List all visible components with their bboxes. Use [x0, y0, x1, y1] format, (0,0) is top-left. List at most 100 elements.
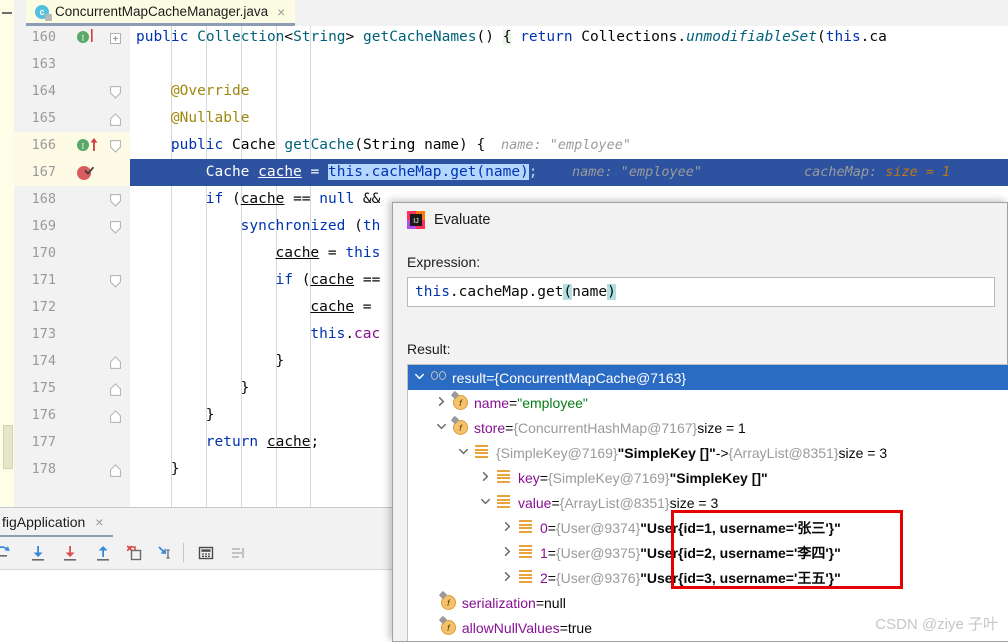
list-icon	[497, 470, 512, 485]
override-arrow-icon[interactable]	[89, 136, 105, 152]
tree-node-ref: {User@9376}	[555, 569, 641, 586]
chevron-right-icon[interactable]	[502, 521, 516, 535]
fold-up-icon[interactable]	[110, 383, 121, 396]
fold-down-icon[interactable]	[110, 221, 121, 234]
code-line-text: }	[130, 353, 285, 369]
tree-node-name: name	[474, 394, 510, 411]
debugger-tab-application[interactable]: figApplication ×	[0, 508, 114, 538]
line-number: 169	[31, 218, 56, 234]
list-icon	[519, 520, 534, 535]
mute-breakpoints-icon[interactable]	[228, 543, 248, 563]
tree-node-arrow: ->	[715, 444, 729, 461]
code-token: (	[231, 191, 241, 207]
code-line[interactable]: Cache cache = this.cacheMap.get(name); na…	[130, 159, 1008, 186]
code-token: name) {	[415, 137, 486, 153]
tree-node-equals: =	[535, 594, 545, 611]
code-token: public	[170, 137, 232, 153]
list-icon	[497, 495, 512, 510]
code-line-text: synchronized (th	[130, 218, 381, 234]
code-line-text: this.cac	[130, 326, 380, 342]
fold-down-icon[interactable]	[110, 140, 121, 153]
inline-hint-value: "employee"	[549, 137, 632, 153]
code-token: &&	[354, 191, 390, 207]
dialog-title-bar: IJ Evaluate	[407, 203, 490, 237]
step-out-icon[interactable]	[93, 543, 113, 563]
fold-down-icon[interactable]	[110, 275, 121, 288]
code-line[interactable]: public Cache getCache(String name) {name…	[130, 132, 1008, 159]
tree-row[interactable]: {SimpleKey@7169} "SimpleKey []" -> {Arra…	[408, 440, 1008, 465]
collapse-icon[interactable]	[2, 12, 12, 14]
expression-input[interactable]: this .cacheMap.get(name)	[407, 277, 995, 307]
chevron-down-icon[interactable]	[436, 421, 450, 435]
fold-down-icon[interactable]	[110, 86, 121, 99]
code-line[interactable]: public Collection<String> getCacheNames(…	[130, 26, 1008, 51]
tree-node-ref: {SimpleKey@7169}	[496, 444, 618, 461]
fold-down-icon[interactable]	[110, 194, 121, 207]
fold-up-icon[interactable]	[110, 464, 121, 477]
fold-up-icon[interactable]	[110, 356, 121, 369]
code-line[interactable]: @Nullable	[130, 105, 1008, 132]
step-over-icon[interactable]	[0, 543, 12, 563]
chevron-down-icon[interactable]	[458, 446, 472, 460]
field-icon: f	[453, 420, 468, 435]
code-token: @Nullable	[170, 110, 250, 126]
run-to-cursor-icon[interactable]	[155, 543, 175, 563]
inline-hint-value: "employee"	[620, 164, 703, 180]
code-token: this	[310, 326, 346, 342]
selected-expression[interactable]: this.cacheMap.get(name)	[328, 164, 529, 180]
code-token: (	[354, 137, 363, 153]
expression-arg: name	[572, 284, 608, 300]
tree-node-size: size = 3	[669, 494, 719, 511]
close-icon[interactable]: ×	[95, 514, 103, 530]
chevron-right-icon[interactable]	[480, 471, 494, 485]
line-number: 178	[31, 461, 56, 477]
evaluate-expression-icon[interactable]	[196, 543, 216, 563]
expression-paren-open: (	[563, 284, 573, 300]
watermark: CSDN @ziye 子叶	[875, 616, 998, 633]
tree-node-name: serialization	[461, 594, 536, 611]
tree-node-name: 2	[540, 569, 548, 586]
chevron-right-icon[interactable]	[502, 571, 516, 585]
inline-debug-hint: cacheMap: size = 1	[804, 159, 950, 186]
step-into-icon[interactable]	[28, 543, 48, 563]
line-number: 175	[31, 380, 56, 396]
chevron-right-icon[interactable]	[436, 396, 450, 410]
fold-up-icon[interactable]	[110, 113, 121, 126]
code-line[interactable]	[130, 51, 1008, 78]
scrollbar-thumb[interactable]	[3, 425, 13, 469]
caret-marker-icon[interactable]	[89, 28, 105, 44]
tree-node-size: size = 1	[697, 419, 746, 436]
tree-row[interactable]: f name = "employee"	[408, 390, 1008, 415]
editor-gutter[interactable]: 160 I 163 164 165 166 I 167 168 169 170 171 172 173 17…	[14, 26, 130, 508]
chevron-down-icon[interactable]	[480, 496, 494, 510]
tree-row[interactable]: f store = {ConcurrentHashMap@7167} size =…	[408, 415, 1008, 440]
tree-row[interactable]: result = {ConcurrentMapCache@7163}	[408, 365, 1008, 390]
line-number: 168	[31, 191, 56, 207]
fold-up-icon[interactable]	[110, 410, 121, 423]
breakpoint-verified-icon[interactable]	[76, 164, 96, 182]
tree-row[interactable]: key = {SimpleKey@7169} "SimpleKey []"	[408, 465, 1008, 490]
fold-plus-icon[interactable]	[110, 32, 121, 44]
editor-tab-file[interactable]: c ConcurrentMapCacheManager.java ×	[26, 0, 295, 26]
line-number: 173	[31, 326, 56, 342]
chevron-down-icon[interactable]	[414, 371, 428, 385]
line-number: 165	[31, 110, 56, 126]
expression-label: Expression:	[407, 254, 481, 270]
line-number: 174	[31, 353, 56, 369]
tree-node-equals: =	[509, 394, 518, 411]
code-line[interactable]: @Override	[130, 78, 1008, 105]
drop-frame-icon[interactable]	[124, 543, 144, 563]
chevron-right-icon[interactable]	[502, 546, 516, 560]
code-token: unmodifiableSet	[686, 29, 818, 45]
code-token: getCacheNames	[363, 29, 477, 45]
tree-node-ref: {User@9374}	[555, 519, 641, 536]
code-token: String	[293, 29, 346, 45]
code-token: ;	[310, 434, 320, 450]
tree-row[interactable]: f serialization = null	[408, 590, 1008, 615]
force-step-into-icon[interactable]	[60, 543, 80, 563]
red-annotation-rectangle	[671, 510, 903, 589]
field-icon: f	[440, 620, 456, 635]
result-tree[interactable]: result = {ConcurrentMapCache@7163} f name…	[407, 364, 1008, 641]
close-icon[interactable]: ×	[277, 5, 285, 19]
